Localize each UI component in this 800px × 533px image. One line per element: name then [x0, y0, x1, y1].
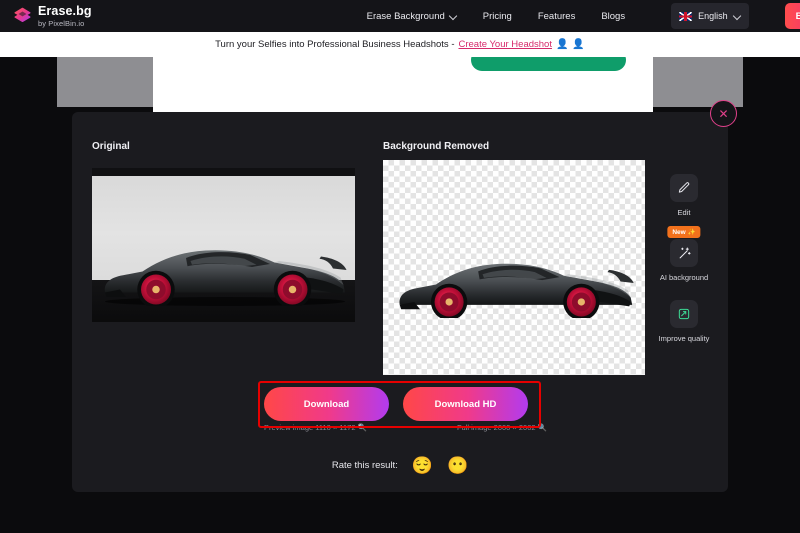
nav-item-label: Erase Background [366, 10, 445, 22]
language-selector[interactable]: English [671, 3, 749, 29]
nav-item-label: Features [537, 10, 576, 22]
rate-neutral-emoji[interactable]: 😶 [447, 457, 468, 474]
pencil-icon[interactable] [670, 174, 698, 202]
background-removed-image [383, 160, 645, 375]
close-icon[interactable]: ✕ [710, 100, 737, 127]
download-button-label: Download [303, 398, 350, 410]
download-button[interactable]: Download [264, 387, 389, 421]
enhance-image-icon[interactable] [670, 300, 698, 328]
promo-banner-text: Turn your Selfies into Professional Busi… [215, 39, 455, 50]
page-content-behind-modal: Upload [57, 11, 743, 128]
rate-result-row: Rate this result: 😌 😶 [72, 457, 728, 474]
tool-improve-quality[interactable]: Improve quality [645, 300, 723, 343]
nav-item-pricing[interactable]: Pricing [483, 11, 512, 22]
rate-result-label: Rate this result: [331, 460, 398, 471]
nav-links: Erase Background Pricing Features Blogs … [367, 3, 800, 29]
tool-label: Edit [677, 208, 691, 217]
nav-item-label: Blogs [601, 10, 626, 22]
uk-flag-icon [679, 11, 693, 21]
nav-item-features[interactable]: Features [538, 11, 576, 22]
download-hd-button-label: Download HD [434, 398, 497, 410]
background-removed-panel-label: Background Removed [383, 141, 490, 152]
tool-label: AI background [659, 273, 709, 282]
tool-rail: Edit New ✨ AI background Improve quality [645, 174, 723, 343]
original-image [92, 168, 355, 322]
language-label: English [698, 11, 728, 21]
rate-sad-emoji[interactable]: 😌 [412, 457, 433, 474]
nav-item-blogs[interactable]: Blogs [601, 11, 625, 22]
book-button-label: Book a [795, 10, 800, 22]
promo-banner: Turn your Selfies into Professional Busi… [0, 32, 800, 57]
result-modal: Original Background Removed Edit New ✨ A… [72, 112, 728, 492]
create-headshot-link[interactable]: Create Your Headshot [458, 39, 551, 50]
person-icon: 👤 [555, 39, 569, 50]
magic-wand-icon[interactable] [670, 239, 698, 267]
tool-edit[interactable]: Edit [645, 174, 723, 217]
car-photo-cutout [391, 248, 638, 318]
brand-logo[interactable]: Erase.bg by PixelBin.io [0, 5, 92, 27]
book-a-demo-button[interactable]: Book a [784, 3, 800, 29]
tool-ai-background[interactable]: New ✨ AI background [645, 226, 723, 282]
erasebg-logo-icon [12, 6, 33, 27]
nav-item-erase-background[interactable]: Erase Background [367, 11, 457, 22]
person-icon: 👤 [572, 39, 585, 50]
download-hd-button[interactable]: Download HD [403, 387, 528, 421]
chevron-down-icon [450, 13, 457, 20]
download-buttons-row: Download Download HD [264, 387, 528, 421]
top-navigation-bar: Erase.bg by PixelBin.io Erase Background… [0, 0, 800, 32]
original-panel-label: Original [92, 141, 130, 152]
car-photo-original [96, 234, 351, 306]
brand-name: Erase.bg [38, 4, 92, 18]
chevron-down-icon [734, 13, 741, 20]
nav-item-label: Pricing [482, 10, 512, 22]
original-top-strip [92, 168, 355, 176]
brand-tagline: by PixelBin.io [38, 18, 85, 28]
tool-label: Improve quality [658, 334, 710, 343]
new-badge: New ✨ [667, 226, 701, 238]
